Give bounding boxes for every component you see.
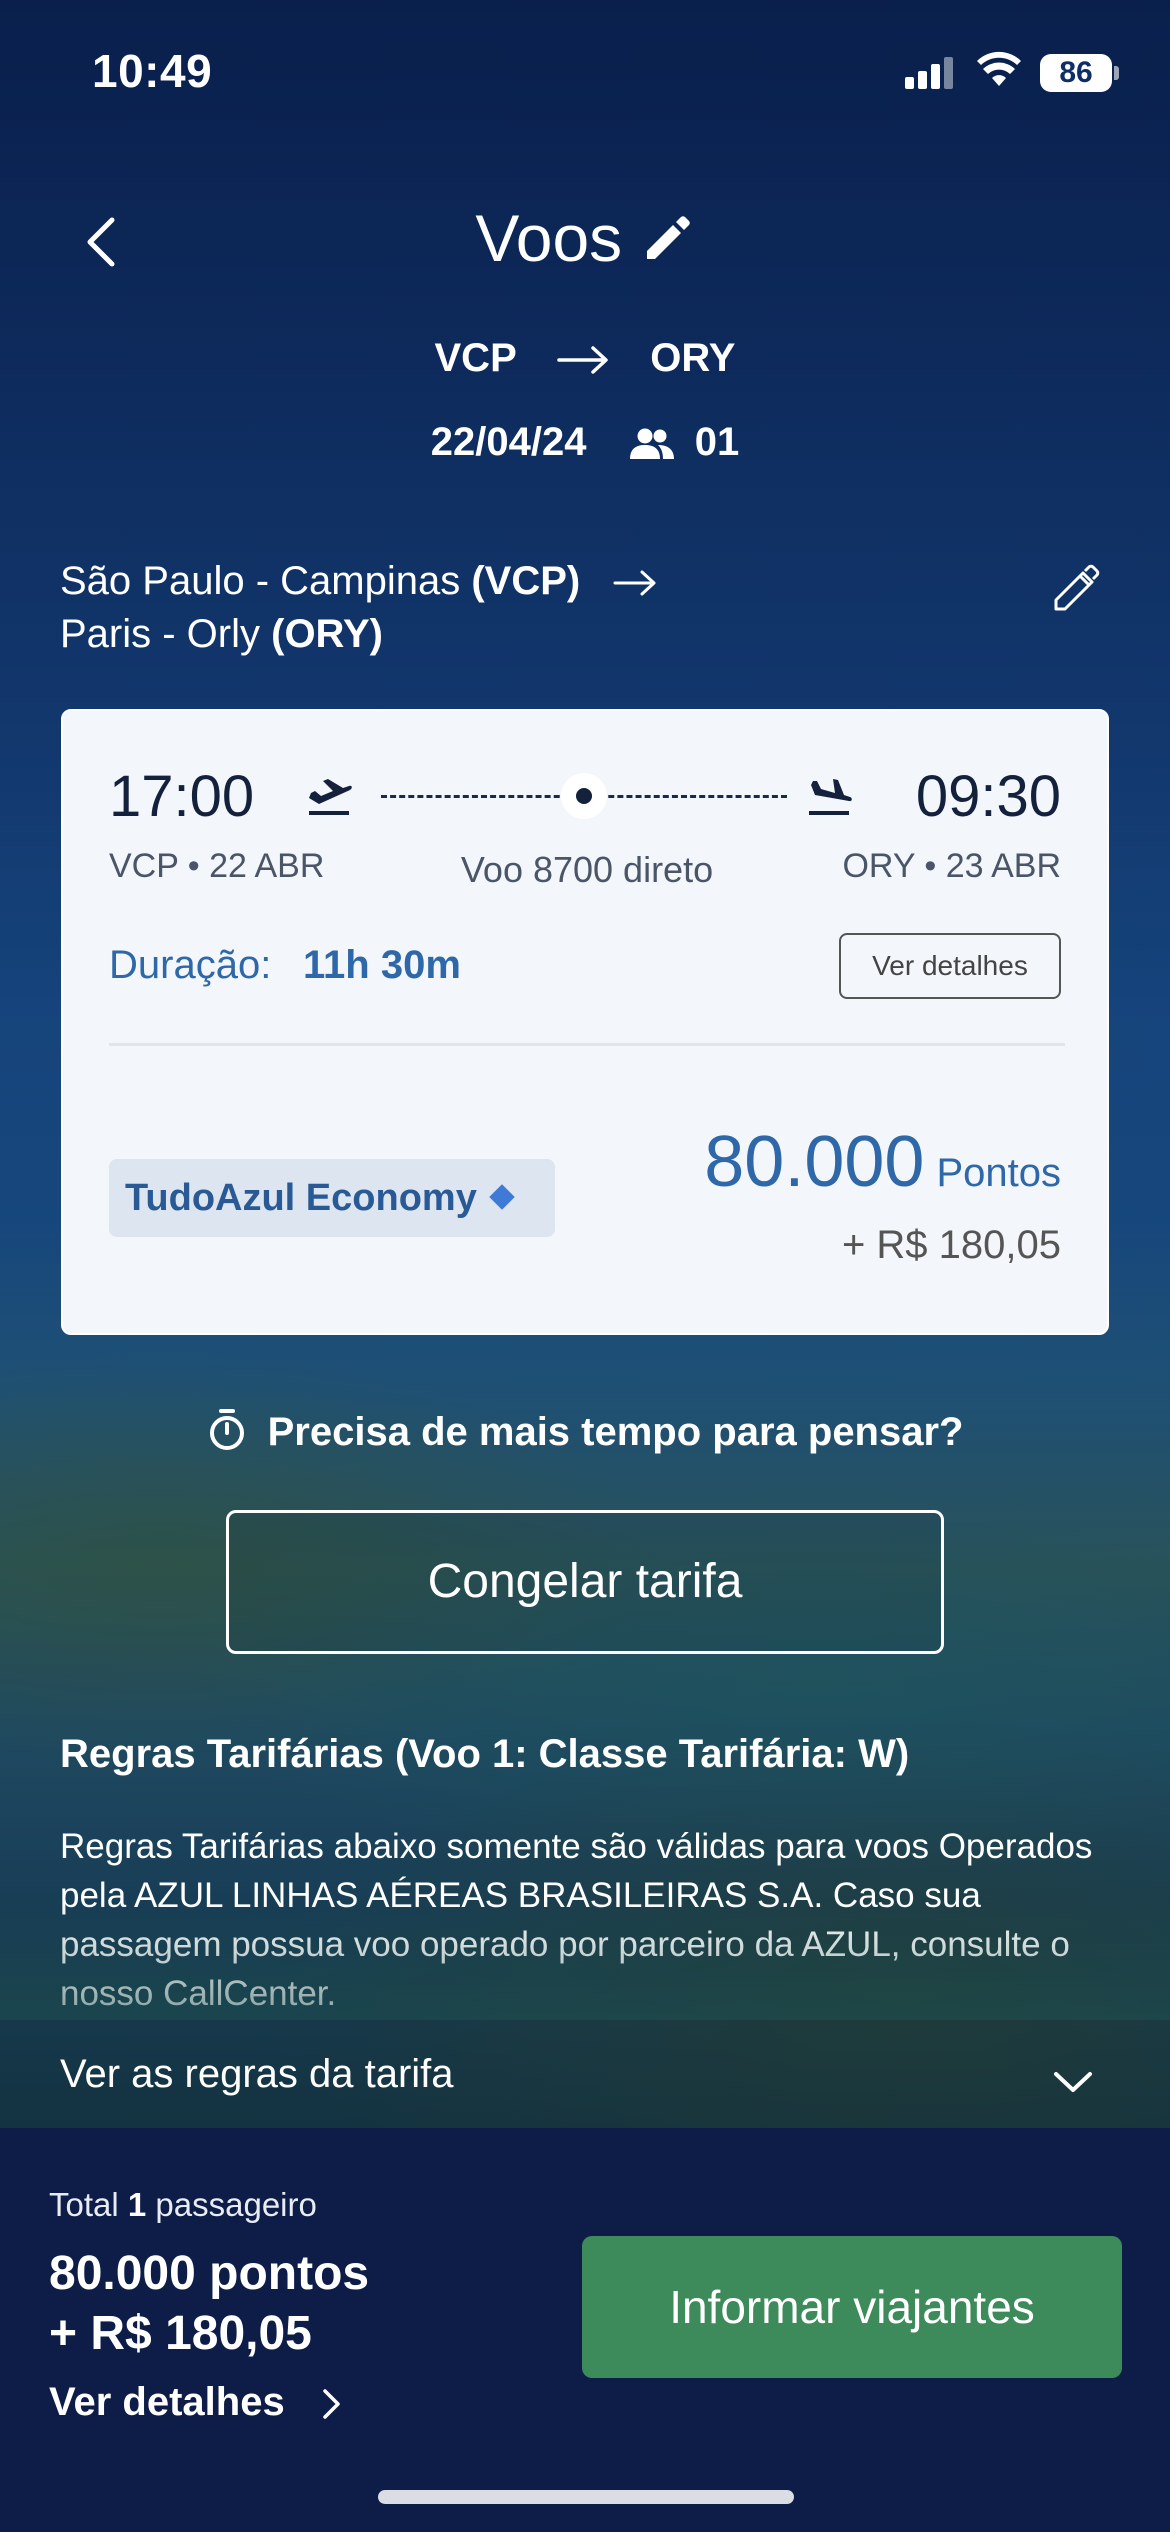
arrow-right-icon bbox=[613, 570, 656, 596]
rules-fade-overlay bbox=[0, 1900, 1170, 2020]
inform-travelers-button[interactable]: Informar viajantes bbox=[582, 2236, 1122, 2378]
card-divider bbox=[109, 1043, 1065, 1046]
signal-icon bbox=[905, 55, 957, 89]
bottom-details-label: Ver detalhes bbox=[49, 2380, 285, 2424]
route-header: VCP ORY bbox=[0, 336, 1170, 381]
duration-value: 11h 30m bbox=[303, 943, 461, 987]
flight-details-button[interactable]: Ver detalhes bbox=[839, 933, 1061, 999]
fare-cash: + R$ 180,05 bbox=[841, 1223, 1061, 1267]
flight-card[interactable]: 17:00 09:30 VCP • 22 ABR Voo 8700 direto… bbox=[61, 709, 1109, 1335]
status-time: 10:49 bbox=[92, 45, 213, 97]
destination-city-code: (ORY) bbox=[271, 612, 383, 656]
chevron-right-icon bbox=[323, 2389, 340, 2420]
total-prefix: Total bbox=[49, 2186, 119, 2223]
arrival-time: 09:30 bbox=[915, 764, 1061, 829]
destination-line: Paris - Orly (ORY) bbox=[60, 608, 657, 661]
pencil-icon[interactable] bbox=[641, 211, 695, 265]
total-count: 1 bbox=[127, 2186, 147, 2223]
page-title: Voos bbox=[475, 201, 623, 275]
date-passengers: 22/04/24 01 bbox=[0, 420, 1170, 465]
fare-rules-link[interactable]: Ver as regras da tarifa bbox=[60, 2052, 454, 2097]
total-label: Total 1 passageiro bbox=[49, 2186, 317, 2224]
route-description: São Paulo - Campinas (VCP) Paris - Orly … bbox=[60, 555, 657, 661]
takeoff-icon bbox=[309, 779, 352, 815]
arrow-right-icon bbox=[557, 346, 608, 375]
points-unit: Pontos bbox=[936, 1151, 1061, 1195]
flight-progress-dot bbox=[561, 773, 607, 819]
timer-icon bbox=[209, 1409, 244, 1451]
origin-line: São Paulo - Campinas (VCP) bbox=[60, 555, 657, 608]
fare-rules-title: Regras Tarifárias (Voo 1: Classe Tarifár… bbox=[60, 1732, 910, 1776]
freeze-question-text: Precisa de mais tempo para pensar? bbox=[267, 1410, 964, 1454]
edit-outline-icon[interactable] bbox=[1050, 562, 1102, 614]
fare-class-badge: TudoAzul Economy bbox=[109, 1159, 555, 1237]
fare-class-label: TudoAzul Economy bbox=[125, 1177, 477, 1219]
landing-icon bbox=[809, 779, 852, 815]
origin-code: VCP bbox=[434, 336, 517, 380]
home-indicator bbox=[378, 2490, 794, 2504]
points-value: 80.000 bbox=[704, 1122, 925, 1202]
total-cash: + R$ 180,05 bbox=[49, 2307, 312, 2360]
freeze-question: Precisa de mais tempo para pensar? bbox=[0, 1409, 1170, 1456]
destination-code: ORY bbox=[650, 336, 736, 380]
passenger-count: 01 bbox=[694, 420, 740, 464]
total-points: 80.000 pontos bbox=[49, 2247, 370, 2300]
passengers-icon bbox=[629, 428, 674, 460]
page-header: Voos bbox=[0, 200, 1170, 276]
freeze-fare-button[interactable]: Congelar tarifa bbox=[226, 1510, 944, 1654]
battery-indicator: 86 bbox=[1040, 54, 1112, 92]
travel-date: 22/04/24 bbox=[430, 420, 587, 464]
fare-points: 80.000 Pontos bbox=[704, 1121, 1061, 1203]
destination-city: Paris - Orly bbox=[60, 612, 260, 656]
chevron-down-icon[interactable] bbox=[1052, 2066, 1094, 2096]
diamond-icon bbox=[489, 1184, 515, 1210]
duration-label: Duração: bbox=[109, 943, 272, 987]
origin-city: São Paulo - Campinas bbox=[60, 559, 461, 603]
battery-tip bbox=[1114, 66, 1119, 80]
wifi-icon bbox=[977, 51, 1021, 86]
arrival-meta: ORY • 23 ABR bbox=[842, 847, 1061, 885]
departure-time: 17:00 bbox=[109, 764, 255, 829]
bottom-details-link[interactable]: Ver detalhes bbox=[49, 2380, 342, 2425]
origin-city-code: (VCP) bbox=[471, 559, 581, 603]
total-suffix: passageiro bbox=[155, 2186, 317, 2223]
